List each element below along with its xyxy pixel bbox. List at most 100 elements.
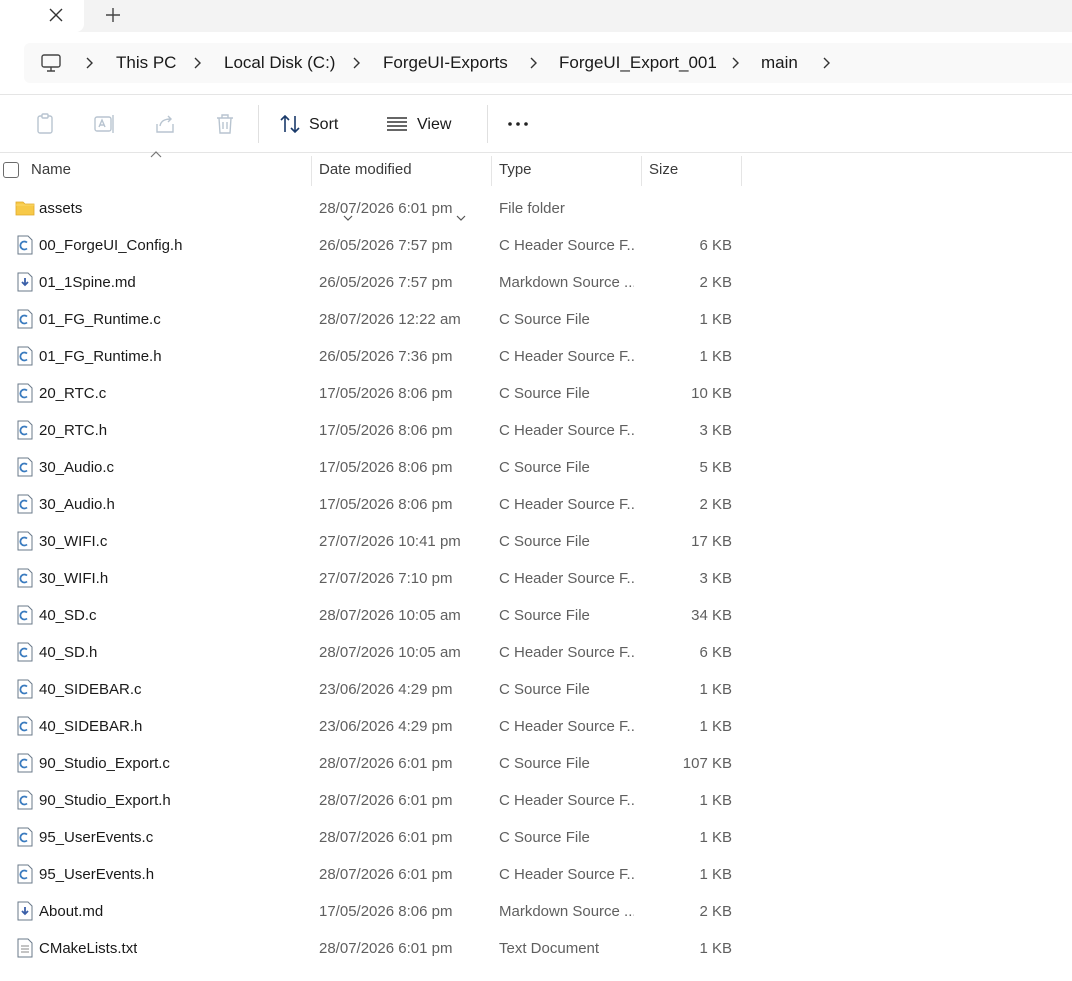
breadcrumb-item-forgeui-exports[interactable]: ForgeUI-Exports: [383, 43, 508, 83]
toolbar-divider: [258, 105, 259, 143]
column-header-size[interactable]: Size: [649, 154, 678, 186]
file-row[interactable]: 40_SIDEBAR.c 23/06/2026 4:29 pm C Source F…: [0, 671, 1072, 708]
sort-button[interactable]: Sort: [309, 95, 338, 153]
column-header-name[interactable]: Name: [31, 154, 71, 186]
file-type: C Header Source F...: [499, 237, 634, 254]
file-date-modified: 26/05/2026 7:57 pm: [319, 237, 453, 254]
file-name[interactable]: assets: [39, 190, 82, 227]
file-row[interactable]: 01_1Spine.md 26/05/2026 7:57 pm Markdown S…: [0, 264, 1072, 301]
file-name[interactable]: 30_WIFI.c: [39, 523, 107, 560]
view-icon[interactable]: [385, 112, 409, 136]
command-bar: Sort View: [0, 95, 1072, 221]
file-name[interactable]: 00_ForgeUI_Config.h: [39, 227, 182, 264]
file-name[interactable]: CMakeLists.txt: [39, 930, 137, 967]
file-type: C Source File: [499, 607, 590, 624]
file-date-modified: 27/07/2026 10:41 pm: [319, 533, 461, 550]
file-name[interactable]: 20_RTC.c: [39, 375, 106, 412]
share-icon[interactable]: [153, 112, 177, 136]
file-row[interactable]: 00_ForgeUI_Config.h 26/05/2026 7:57 pm C H…: [0, 227, 1072, 264]
chevron-right-icon[interactable]: [190, 56, 204, 70]
file-date-modified: 28/07/2026 6:01 pm: [319, 792, 453, 809]
file-name[interactable]: About.md: [39, 893, 103, 930]
file-row[interactable]: 20_RTC.h 17/05/2026 8:06 pm C Header Sourc…: [0, 412, 1072, 449]
file-row[interactable]: CMakeLists.txt 28/07/2026 6:01 pm Text Doc…: [0, 930, 1072, 967]
chevron-right-icon[interactable]: [526, 56, 540, 70]
file-row[interactable]: 90_Studio_Export.h 28/07/2026 6:01 pm C He…: [0, 782, 1072, 819]
chevron-right-icon[interactable]: [819, 56, 833, 70]
column-divider[interactable]: [311, 156, 312, 186]
file-row[interactable]: 30_WIFI.h 27/07/2026 7:10 pm C Header Sour…: [0, 560, 1072, 597]
file-date-modified: 17/05/2026 8:06 pm: [319, 496, 453, 513]
file-name[interactable]: 40_SIDEBAR.c: [39, 671, 142, 708]
close-icon[interactable]: [47, 6, 65, 24]
file-size: 1 KB: [699, 311, 732, 328]
column-divider[interactable]: [641, 156, 642, 186]
file-row[interactable]: 30_Audio.c 17/05/2026 8:06 pm C Source Fil…: [0, 449, 1072, 486]
file-size: 1 KB: [699, 792, 732, 809]
file-row[interactable]: 01_FG_Runtime.h 26/05/2026 7:36 pm C Heade…: [0, 338, 1072, 375]
file-row[interactable]: assets 28/07/2026 6:01 pm File folder: [0, 190, 1072, 227]
breadcrumb-item-export-001[interactable]: ForgeUI_Export_001: [559, 43, 717, 83]
file-row[interactable]: 95_UserEvents.c 28/07/2026 6:01 pm C Sourc…: [0, 819, 1072, 856]
more-options-icon[interactable]: [506, 112, 530, 136]
rename-icon[interactable]: [93, 112, 117, 136]
delete-icon[interactable]: [213, 112, 237, 136]
select-all-checkbox[interactable]: [3, 162, 19, 178]
file-name[interactable]: 90_Studio_Export.h: [39, 782, 171, 819]
markdown-file-icon: [15, 901, 35, 921]
file-name[interactable]: 40_SD.c: [39, 597, 97, 634]
file-name[interactable]: 90_Studio_Export.c: [39, 745, 170, 782]
file-date-modified: 17/05/2026 8:06 pm: [319, 903, 453, 920]
file-row[interactable]: 90_Studio_Export.c 28/07/2026 6:01 pm C So…: [0, 745, 1072, 782]
file-type: C Header Source F...: [499, 866, 634, 883]
file-size: 3 KB: [699, 570, 732, 587]
file-name[interactable]: 95_UserEvents.h: [39, 856, 154, 893]
view-button[interactable]: View: [417, 95, 451, 153]
breadcrumb-item-this-pc[interactable]: This PC: [116, 43, 176, 83]
file-row[interactable]: 40_SD.h 28/07/2026 10:05 am C Header Sourc…: [0, 634, 1072, 671]
file-date-modified: 28/07/2026 6:01 pm: [319, 866, 453, 883]
file-name[interactable]: 40_SIDEBAR.h: [39, 708, 142, 745]
file-size: 5 KB: [699, 459, 732, 476]
breadcrumb-item-main[interactable]: main: [761, 43, 798, 83]
file-row[interactable]: 30_Audio.h 17/05/2026 8:06 pm C Header Sou…: [0, 486, 1072, 523]
file-name[interactable]: 40_SD.h: [39, 634, 97, 671]
new-tab-icon[interactable]: [104, 6, 122, 24]
breadcrumb-item-local-disk[interactable]: Local Disk (C:): [224, 43, 335, 83]
file-name[interactable]: 01_1Spine.md: [39, 264, 136, 301]
breadcrumb[interactable]: This PC Local Disk (C:) ForgeUI-Exports …: [24, 43, 1072, 83]
file-name[interactable]: 01_FG_Runtime.c: [39, 301, 161, 338]
file-name[interactable]: 01_FG_Runtime.h: [39, 338, 162, 375]
file-row[interactable]: 95_UserEvents.h 28/07/2026 6:01 pm C Heade…: [0, 856, 1072, 893]
sort-icon[interactable]: [278, 112, 302, 136]
file-name[interactable]: 30_Audio.c: [39, 449, 114, 486]
file-type: C Header Source F...: [499, 792, 634, 809]
file-name[interactable]: 95_UserEvents.c: [39, 819, 153, 856]
file-type: C Header Source F...: [499, 496, 634, 513]
file-row[interactable]: 40_SD.c 28/07/2026 10:05 am C Source File 3…: [0, 597, 1072, 634]
file-name[interactable]: 20_RTC.h: [39, 412, 107, 449]
file-name[interactable]: 30_Audio.h: [39, 486, 115, 523]
file-row[interactable]: 40_SIDEBAR.h 23/06/2026 4:29 pm C Header S…: [0, 708, 1072, 745]
chevron-right-icon[interactable]: [82, 56, 96, 70]
file-row[interactable]: 20_RTC.c 17/05/2026 8:06 pm C Source File 1…: [0, 375, 1072, 412]
column-header-type[interactable]: Type: [499, 154, 532, 186]
folder-icon: [15, 198, 35, 218]
file-row[interactable]: About.md 17/05/2026 8:06 pm Markdown Sourc…: [0, 893, 1072, 930]
computer-icon[interactable]: [40, 53, 62, 73]
column-divider[interactable]: [491, 156, 492, 186]
active-tab[interactable]: [0, 0, 84, 32]
file-row[interactable]: 01_FG_Runtime.c 28/07/2026 12:22 am C Sour…: [0, 301, 1072, 338]
paste-icon[interactable]: [33, 112, 57, 136]
file-row[interactable]: 30_WIFI.c 27/07/2026 10:41 pm C Source Fil…: [0, 523, 1072, 560]
c-file-icon: [15, 494, 35, 514]
chevron-right-icon[interactable]: [349, 56, 363, 70]
file-type: Text Document: [499, 940, 600, 957]
column-header-date[interactable]: Date modified: [319, 154, 412, 186]
c-file-icon: [15, 753, 35, 773]
chevron-right-icon[interactable]: [728, 56, 742, 70]
column-divider[interactable]: [741, 156, 742, 186]
c-file-icon: [15, 679, 35, 699]
file-name[interactable]: 30_WIFI.h: [39, 560, 108, 597]
c-file-icon: [15, 864, 35, 884]
